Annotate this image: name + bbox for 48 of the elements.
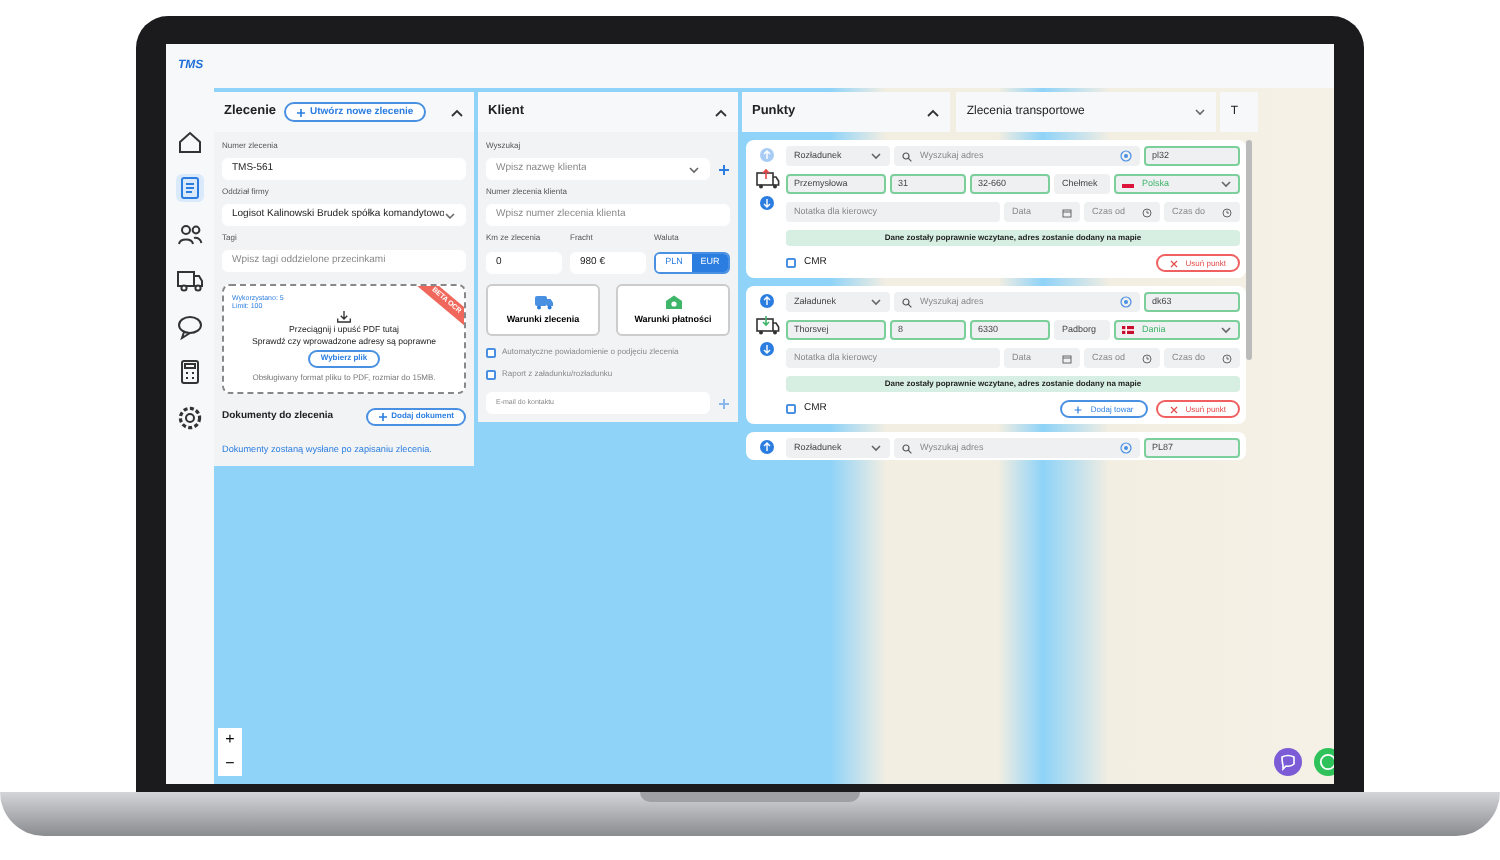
- move-down-icon[interactable]: [759, 196, 773, 210]
- collapse-icon[interactable]: [714, 107, 728, 117]
- scrollbar[interactable]: [1246, 140, 1252, 360]
- chevron-icon: [870, 298, 882, 307]
- clock-icon: [1142, 353, 1152, 364]
- calendar-icon: [1062, 207, 1072, 217]
- search-icon: [902, 151, 912, 161]
- move-down-icon[interactable]: [759, 342, 773, 357]
- chevron-icon: [1194, 108, 1207, 116]
- phone-chat-icon[interactable]: [1274, 748, 1302, 776]
- chevron-icon: [870, 152, 882, 160]
- chevron-icon: [688, 165, 700, 173]
- geolocate-icon[interactable]: [1120, 296, 1132, 309]
- truck-icon: [533, 293, 553, 310]
- close-icon: [1169, 259, 1178, 268]
- clock-icon: [1142, 207, 1152, 217]
- close-icon: [1169, 405, 1178, 414]
- checkbox[interactable]: [486, 369, 496, 379]
- search-icon: [902, 297, 912, 308]
- plus-icon: [1074, 405, 1083, 414]
- checkbox[interactable]: [786, 258, 796, 269]
- chevron-icon: [870, 444, 882, 453]
- gear-icon[interactable]: [176, 404, 204, 432]
- users-icon[interactable]: [176, 220, 204, 248]
- calendar-icon: [1062, 353, 1072, 364]
- move-up-icon[interactable]: [759, 294, 773, 309]
- chat-icon[interactable]: [176, 312, 204, 340]
- search-icon: [902, 443, 912, 454]
- download-icon: [336, 310, 352, 325]
- collapse-icon[interactable]: [450, 107, 464, 117]
- calculator-icon[interactable]: [176, 358, 204, 386]
- plus-icon[interactable]: [718, 163, 730, 175]
- chevron-icon: [1220, 326, 1232, 335]
- clipboard-icon[interactable]: [176, 174, 204, 202]
- move-up-icon[interactable]: [759, 440, 773, 455]
- chevron-icon: [444, 211, 456, 219]
- clock-icon: [1222, 207, 1232, 217]
- plus-icon: [296, 107, 307, 117]
- geolocate-icon[interactable]: [1120, 442, 1132, 455]
- geolocate-icon[interactable]: [1120, 150, 1132, 162]
- checkbox[interactable]: [786, 404, 796, 415]
- home-icon[interactable]: [176, 128, 204, 156]
- collapse-icon[interactable]: [926, 107, 941, 117]
- chevron-icon: [1220, 180, 1232, 188]
- clock-icon: [1222, 353, 1232, 364]
- plus-icon: [377, 412, 388, 422]
- truck-icon[interactable]: [176, 266, 204, 294]
- checkbox[interactable]: [486, 347, 496, 357]
